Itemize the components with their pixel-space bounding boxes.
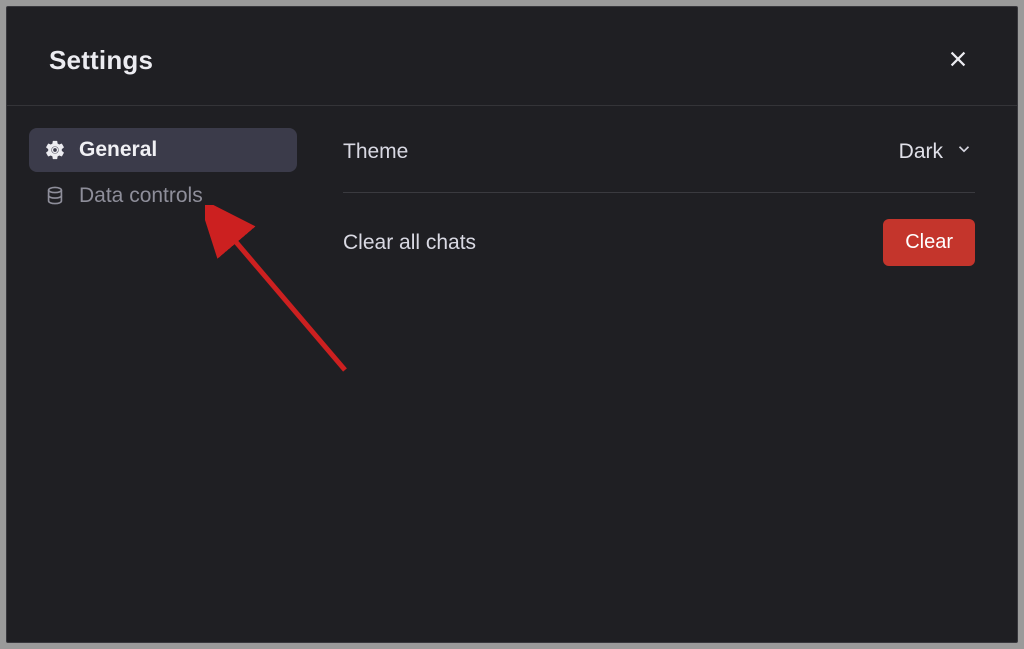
theme-row: Theme Dark [343,128,975,193]
page-title: Settings [49,45,153,76]
clear-button[interactable]: Clear [883,219,975,266]
close-button[interactable] [941,43,975,77]
sidebar-item-label: Data controls [79,184,203,208]
gear-icon [43,138,67,162]
settings-modal: Settings General [6,6,1018,643]
theme-value: Dark [899,140,943,164]
theme-label: Theme [343,140,408,164]
close-icon [947,48,969,73]
modal-header: Settings [7,7,1017,106]
sidebar-item-data-controls[interactable]: Data controls [29,174,297,218]
chevron-down-icon [955,140,973,164]
database-icon [43,184,67,208]
clear-chats-row: Clear all chats Clear [343,193,975,280]
modal-body: General Data controls Theme [7,106,1017,642]
sidebar-item-general[interactable]: General [29,128,297,172]
settings-content: Theme Dark Clear all chats Clear [319,128,1017,642]
sidebar: General Data controls [7,128,319,642]
theme-select[interactable]: Dark [897,134,975,170]
sidebar-item-label: General [79,138,157,162]
clear-chats-label: Clear all chats [343,231,476,255]
